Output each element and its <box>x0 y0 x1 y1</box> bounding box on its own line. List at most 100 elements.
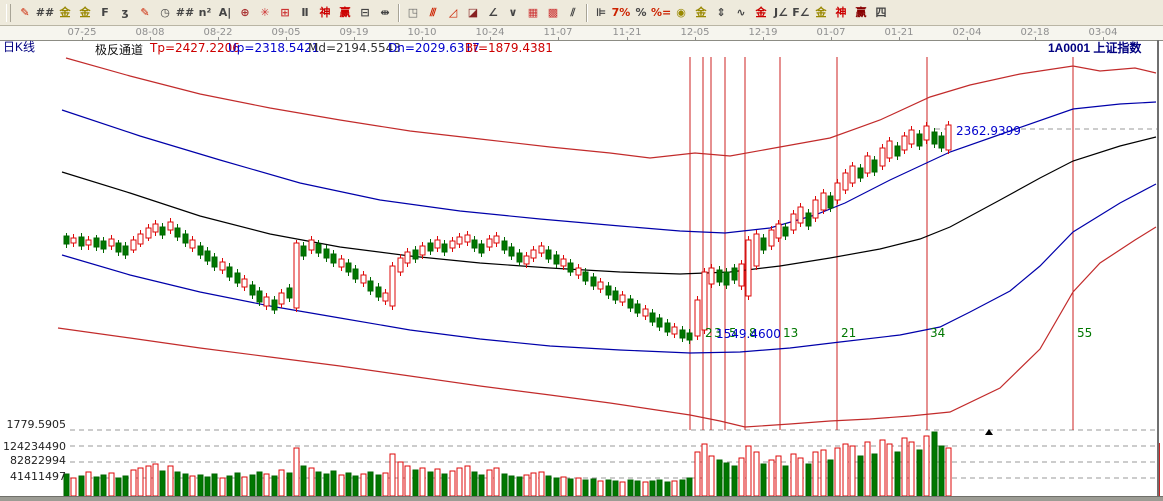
candle-body <box>79 237 84 246</box>
candle-body <box>242 279 247 287</box>
volume-bar <box>754 452 759 496</box>
volume-bar <box>909 442 914 496</box>
candle-body <box>813 200 818 218</box>
volume-bar <box>79 476 84 496</box>
candle-body <box>413 250 418 259</box>
kline-chart[interactable]: 2358132134552362.93991549.4600 <box>0 0 1163 501</box>
candle-body <box>946 125 951 150</box>
candle-body <box>324 249 329 258</box>
candle-body <box>576 268 581 275</box>
volume-bar <box>702 444 707 496</box>
volume-bar <box>131 470 136 496</box>
candle-body <box>650 313 655 322</box>
candle-body <box>546 250 551 259</box>
candle-body <box>902 136 907 150</box>
volume-bar <box>524 475 529 496</box>
candle-body <box>309 240 314 250</box>
candle-body <box>339 259 344 267</box>
candle-body <box>628 299 633 308</box>
volume-bar <box>946 448 951 496</box>
candle-body <box>620 295 625 302</box>
volume-bar <box>457 468 462 496</box>
candle-body <box>494 236 499 243</box>
volume-bar <box>331 471 336 496</box>
candle-body <box>531 250 536 258</box>
candle-body <box>643 309 648 316</box>
volume-bar <box>353 476 358 496</box>
candle-body <box>850 166 855 183</box>
volume-bar <box>835 448 840 496</box>
candle-body <box>798 207 803 223</box>
candle-body <box>695 300 700 336</box>
volume-bar <box>183 474 188 496</box>
candle-body <box>769 230 774 246</box>
stock-app-window: { "window": { "left_label": "日K线", "symb… <box>0 0 1163 501</box>
candle-body <box>435 240 440 248</box>
candle-body <box>138 234 143 244</box>
volume-bar <box>932 432 937 496</box>
candle-body <box>858 168 863 178</box>
candle-body <box>316 244 321 253</box>
candle-body <box>190 240 195 248</box>
volume-bar <box>309 468 314 496</box>
volume-bar <box>635 481 640 496</box>
volume-bar <box>776 456 781 496</box>
volume-bar <box>665 482 670 496</box>
candle-body <box>279 293 284 304</box>
volume-bar <box>301 466 306 496</box>
volume-bar <box>657 480 662 496</box>
candle-body <box>932 132 937 144</box>
candle-body <box>739 264 744 286</box>
candle-body <box>361 275 366 283</box>
low-price-label: 1549.4600 <box>716 327 781 341</box>
candle-body <box>442 244 447 252</box>
volume-bar <box>517 477 522 496</box>
candle-body <box>257 291 262 302</box>
candle-body <box>64 236 69 244</box>
candle-body <box>212 257 217 267</box>
fib-timezone-label: 55 <box>1077 326 1092 340</box>
fib-timezone-label: 34 <box>930 326 945 340</box>
fib-timezone-label: 21 <box>841 326 856 340</box>
volume-bar <box>175 472 180 496</box>
volume-bar <box>138 468 143 496</box>
volume-bar <box>116 478 121 496</box>
volume-bar <box>398 462 403 496</box>
candle-body <box>472 240 477 248</box>
fib-timezone-label: 13 <box>783 326 798 340</box>
candle-body <box>205 251 210 261</box>
volume-bar <box>287 473 292 496</box>
volume-bar <box>717 460 722 496</box>
candle-body <box>264 297 269 306</box>
volume-bar <box>783 466 788 496</box>
candle-body <box>198 246 203 255</box>
candle-body <box>294 243 299 308</box>
candle-body <box>591 277 596 286</box>
volume-bar <box>264 474 269 496</box>
candle-body <box>613 291 618 300</box>
volume-bar <box>487 470 492 496</box>
volume-bar <box>479 475 484 496</box>
candle-body <box>109 239 114 246</box>
volume-bar <box>858 456 863 496</box>
volume-bar <box>576 478 581 496</box>
candle-body <box>183 234 188 243</box>
candle-body <box>428 243 433 251</box>
candle-body <box>761 238 766 250</box>
volume-bar <box>813 452 818 496</box>
candle-body <box>924 126 929 140</box>
volume-bar <box>94 477 99 496</box>
volume-bar <box>450 471 455 496</box>
chart-right-border <box>1157 40 1159 501</box>
candle-body <box>791 214 796 230</box>
volume-bar <box>86 472 91 496</box>
candle-body <box>524 256 529 264</box>
candle-body <box>917 134 922 146</box>
volume-bar <box>509 476 514 496</box>
volume-bar <box>368 472 373 496</box>
volume-bar <box>324 474 329 496</box>
volume-bar <box>465 466 470 496</box>
volume-bar <box>220 478 225 496</box>
candle-body <box>502 241 507 250</box>
candle-body <box>517 253 522 262</box>
